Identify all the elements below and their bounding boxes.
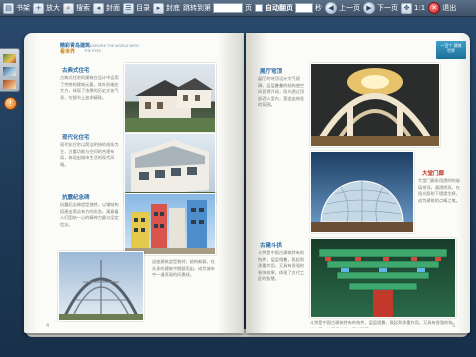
section-title: 抗震纪念碑 [62, 195, 90, 201]
exit-icon: ✕ [428, 2, 441, 14]
thumbnail-panel-tab[interactable] [0, 48, 20, 92]
section-body: 现代化住宅以简洁明快的线条为主，注重功能与空间的合理布局，体现出城市生活的现代风… [60, 142, 119, 167]
bookshelf-label: 书架 [16, 4, 30, 12]
autoflip-label: 自动翻页 [265, 4, 293, 12]
photo-caption: 斗拱是中国古建筑特有的构件，层层相叠，既起到承重作用，又具有很强的装饰效果，体现… [310, 320, 453, 328]
arrow-right-icon: ▶ [363, 2, 375, 14]
actual-size-button[interactable]: ✥ 1:1 [401, 0, 425, 17]
exit-label: 退出 [442, 4, 457, 12]
zoom-in-icon: + [33, 2, 44, 14]
dome-hall-photo [310, 63, 440, 148]
search-label: 搜索 [76, 4, 90, 12]
contents-label: 目录 [136, 4, 150, 12]
autoflip-group: 自动翻页 秒 [255, 0, 322, 17]
back-cover-icon: ▸ [153, 2, 164, 14]
contents-button[interactable]: ☰ 目录 [123, 0, 150, 17]
back-cover-label: 封底 [166, 4, 180, 12]
ratio-label: 1:1 [414, 4, 426, 12]
cover-label: 封面 [106, 4, 120, 12]
right-page[interactable]: 一百个 建筑 世界 展厅穹顶 展厅的穹顶设计大气磅礴，层层叠叠的结构使空间显得开… [246, 33, 470, 333]
glass-dome-photo [310, 151, 414, 233]
bookshelf-button[interactable]: ▤ 书架 [3, 0, 30, 17]
thumbnail-image [3, 54, 16, 63]
bookshelf-icon: ▤ [3, 2, 14, 14]
prev-page-button[interactable]: ◀ 上一页 [325, 0, 360, 17]
next-label: 下一页 [377, 4, 398, 12]
seconds-unit-label: 秒 [315, 4, 322, 12]
reader-toolbar: ▤ 书架 + 放大 ⌕ 搜索 ◂ 封面 ☰ 目录 ▸ 封底 跳转到第 页 自动翻… [0, 0, 476, 17]
section-title: 古建斗拱 [260, 243, 283, 249]
photo-caption: 这座建筑造型独特，结构新颖，在众多的建筑中脱颖而出，成为城市中一道亮丽的风景线。 [152, 259, 215, 278]
page-unit-label: 页 [245, 4, 252, 12]
search-button[interactable]: ⌕ 搜索 [63, 0, 90, 17]
section-body: 大堂门廊采用透明的玻璃穹顶，通透明亮，在阳光照射下熠熠生辉，成为建筑的点睛之笔。 [418, 178, 460, 203]
thumbnail-image [3, 80, 16, 89]
colorful-building-photo [124, 193, 216, 255]
section-body: 抗震纪念碑造型独特，以钢结构搭建出简洁有力的形态，寓意着人们团结一心的精神力量与… [60, 202, 119, 227]
section-body: 斗拱是中国古建筑特有的构件，层层相叠，既起到承重作用，又具有很强的装饰效果，体现… [258, 250, 305, 282]
cover-icon: ◂ [93, 2, 104, 14]
arrow-left-icon: ◀ [325, 2, 337, 14]
left-page[interactable]: 精彩青岛建筑 看世界 TO EXPLORE THE WORLD WITH THE… [24, 33, 244, 333]
autoflip-checkbox[interactable] [255, 4, 263, 12]
contents-icon: ☰ [123, 2, 134, 14]
prev-label: 上一页 [339, 4, 360, 12]
cover-button[interactable]: ◂ 封面 [93, 0, 120, 17]
actual-size-icon: ✥ [401, 2, 412, 14]
exit-button[interactable]: ✕ 退出 [428, 0, 456, 17]
page-number: 4 [46, 323, 50, 329]
series-badge: 一百个 建筑 世界 [436, 41, 466, 59]
header-english: TO EXPLORE THE WORLD WITH THE EYES [84, 44, 139, 53]
autoflip-seconds-input[interactable] [295, 3, 313, 13]
section-title: 现代化住宅 [62, 135, 90, 141]
section-body: 古典式住宅的建筑在设计中运用了传统的建筑元素，其外形端庄大方，体现了浓厚的历史文… [60, 75, 119, 100]
book-spread: 精彩青岛建筑 看世界 TO EXPLORE THE WORLD WITH THE… [24, 33, 470, 344]
goto-page-input[interactable] [213, 3, 243, 13]
next-page-button[interactable]: ▶ 下一页 [363, 0, 398, 17]
section-title: 古典式住宅 [62, 68, 90, 74]
section-title: 大堂门廊 [422, 171, 445, 177]
search-icon: ⌕ [63, 2, 74, 14]
zoom-in-button[interactable]: + 放大 [33, 0, 60, 17]
steel-structure-photo [58, 251, 144, 321]
info-icon[interactable]: ! [4, 97, 17, 110]
goto-page-group: 跳转到第 页 [183, 0, 252, 17]
section-body: 展厅的穹顶设计大气磅礴，层层叠叠的结构使空间显得开阔，阳光透过顶部洒入室内，营造… [258, 76, 305, 108]
thumbnail-image [3, 67, 16, 76]
goto-label: 跳转到第 [183, 4, 211, 12]
zoom-in-label: 放大 [46, 4, 60, 12]
page-number: 5 [452, 323, 456, 329]
back-cover-button[interactable]: ▸ 封底 [153, 0, 180, 17]
bracket-set-photo [310, 238, 456, 318]
classical-house-photo [124, 63, 216, 133]
section-title: 展厅穹顶 [260, 69, 283, 75]
